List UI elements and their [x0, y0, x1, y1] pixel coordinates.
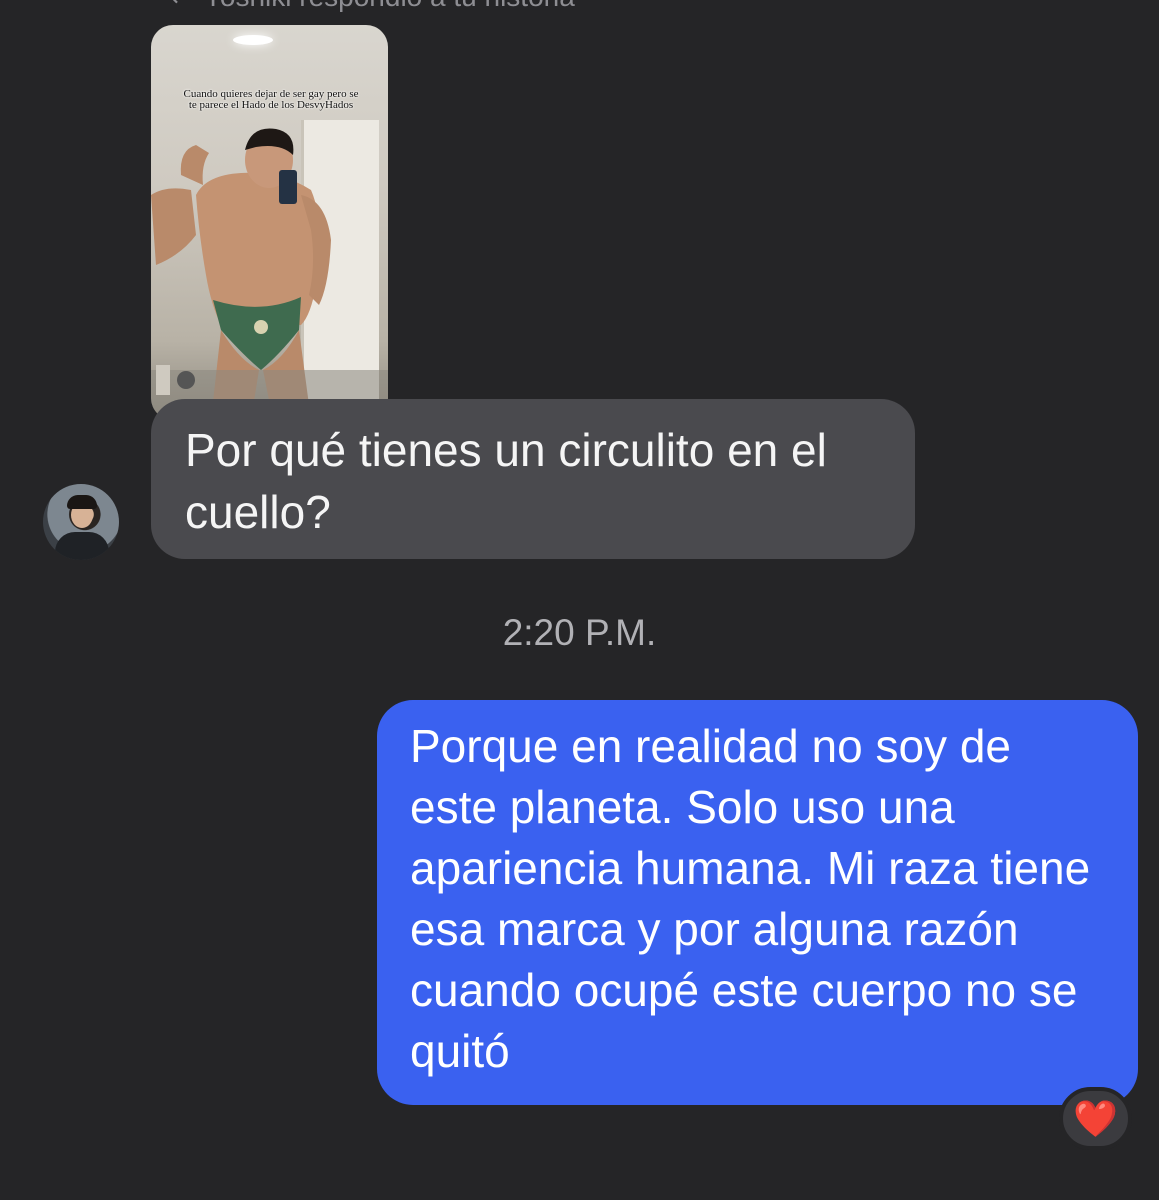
story-caption: Cuando quieres dejar de ser gay pero se …: [183, 88, 359, 111]
reply-arrow-icon: ↩: [170, 0, 192, 13]
story-reply-label: Yoshiki respondió a tu historia: [204, 0, 575, 13]
avatar-shirt: [55, 532, 109, 560]
incoming-message-bubble[interactable]: Por qué tienes un circulito en el cuello…: [151, 399, 915, 559]
message-timestamp: 2:20 P.M.: [502, 612, 657, 653]
story-reply-header: ↩ Yoshiki respondió a tu historia: [170, 0, 575, 12]
heart-reaction-icon[interactable]: ❤️: [1059, 1087, 1132, 1150]
outgoing-message-bubble[interactable]: Porque en realidad no soy de este planet…: [377, 700, 1138, 1105]
avatar[interactable]: [43, 484, 119, 560]
story-thumbnail[interactable]: Cuando quieres dejar de ser gay pero se …: [151, 25, 388, 420]
avatar-hair: [67, 495, 97, 509]
story-photo-figure: [151, 128, 388, 420]
